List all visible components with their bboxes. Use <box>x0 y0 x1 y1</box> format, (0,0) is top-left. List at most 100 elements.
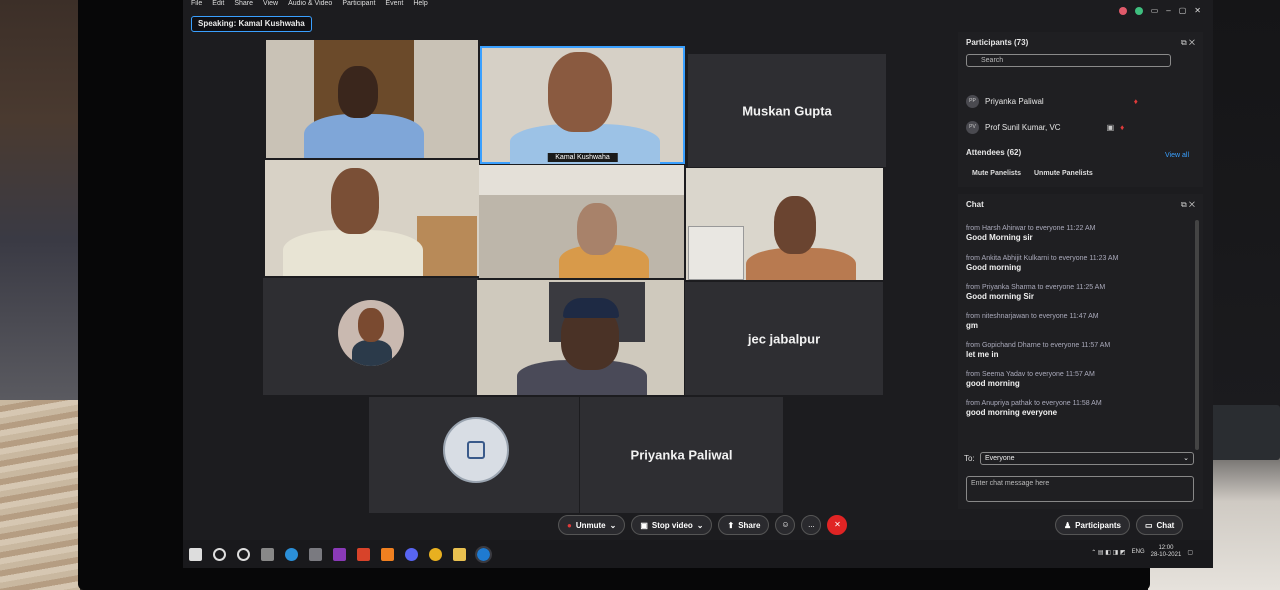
participant-name: Prof Sunil Kumar, VC <box>985 122 1061 132</box>
video-tile-active-speaker[interactable]: Kamal Kushwaha <box>480 46 685 164</box>
menu-share[interactable]: Share <box>234 0 253 12</box>
cortana-icon[interactable] <box>237 547 250 561</box>
chat-message: from Ankita Abhijit Kulkarni to everyone… <box>966 255 1119 272</box>
status-dot-icon <box>1118 6 1127 15</box>
video-icon: ▣ <box>640 520 648 530</box>
clock[interactable]: 12:00 28-10-2021 <box>1151 545 1182 559</box>
chat-message: from Seema Yadav to everyone 11:57 AM goo… <box>966 371 1095 388</box>
close-icon[interactable]: ✕ <box>1194 6 1201 15</box>
layout-icon[interactable]: ▭ <box>1151 6 1159 15</box>
menu-participant[interactable]: Participant <box>342 0 375 12</box>
unmute-button[interactable]: ● Unmute ⌄ <box>558 515 626 535</box>
end-call-button[interactable]: ✕ <box>827 515 848 535</box>
muted-mic-icon: ● <box>567 520 572 530</box>
avatar <box>338 300 404 366</box>
chat-header: Chat <box>966 200 984 209</box>
menu-file[interactable]: File <box>191 0 202 12</box>
discord-icon[interactable] <box>405 547 418 561</box>
windows-taskbar <box>183 540 1213 568</box>
participant-body <box>283 230 423 276</box>
notifications-icon[interactable]: ▢ <box>1187 549 1193 556</box>
app-icon[interactable] <box>309 547 322 561</box>
chevron-down-icon: ⌄ <box>696 520 704 530</box>
file-explorer-icon[interactable] <box>453 547 466 561</box>
reactions-button[interactable]: ☺ <box>775 515 796 535</box>
speaker-name-tag: Kamal Kushwaha <box>547 153 618 162</box>
chat-panel: Chat ⧉ ✕ from Harsh Ahirwar to everyone … <box>958 194 1203 509</box>
video-tile-avatar[interactable] <box>263 278 478 395</box>
video-tile-1[interactable] <box>266 40 478 158</box>
chat-icon: ▭ <box>1144 520 1153 530</box>
unmute-panelists-button[interactable]: Unmute Panelists <box>1034 170 1093 177</box>
video-tile-priyanka[interactable]: Priyanka Paliwal <box>580 397 783 513</box>
popout-icon[interactable]: ⧉ ✕ <box>1181 200 1195 210</box>
university-logo-icon <box>443 417 509 483</box>
video-tile-4[interactable] <box>479 165 684 278</box>
chevron-down-icon: ⌄ <box>609 520 617 530</box>
popout-icon[interactable]: ⧉ ✕ <box>1181 38 1195 48</box>
participant-face <box>577 203 617 255</box>
chrome-icon[interactable] <box>429 547 442 561</box>
menu-audio-video[interactable]: Audio & Video <box>288 0 332 12</box>
minimize-icon[interactable]: – <box>1166 6 1170 15</box>
video-tile-6[interactable] <box>477 280 684 395</box>
chat-scrollbar[interactable] <box>1195 220 1199 450</box>
participant-row[interactable]: PV Prof Sunil Kumar, VC ▣ ♦ <box>966 120 1124 134</box>
menu-bar: File Edit Share View Audio & Video Parti… <box>191 0 428 12</box>
recipient-select[interactable]: Everyone ⌄ <box>980 452 1194 465</box>
monitor-bezel: File Edit Share View Audio & Video Parti… <box>78 0 1213 590</box>
person-in-foreground <box>0 0 82 400</box>
mute-panelists-button[interactable]: Mute Panelists <box>972 170 1021 177</box>
tile-name: jec jabalpur <box>747 331 821 346</box>
video-tile-3[interactable] <box>265 160 479 276</box>
chat-toggle-button[interactable]: ▭ Chat <box>1135 515 1184 535</box>
attendees-header: Attendees (62) <box>966 148 1022 157</box>
tile-name: Priyanka Paliwal <box>630 447 733 463</box>
share-button[interactable]: ⬆ Share <box>718 515 770 535</box>
participant-row[interactable]: PP Priyanka Paliwal ♦ <box>966 94 1138 108</box>
more-options-button[interactable]: ... <box>801 515 822 535</box>
acrobat-icon[interactable] <box>357 547 370 561</box>
chat-input[interactable]: Enter chat message here <box>966 476 1194 502</box>
tile-name: Muskan Gupta <box>742 103 832 118</box>
task-view-icon[interactable] <box>261 547 274 561</box>
participants-panel: Participants (73) ⧉ ✕ Search PP Priyanka… <box>958 32 1203 187</box>
participants-toggle-button[interactable]: ♟ Participants <box>1055 515 1130 535</box>
stop-video-button[interactable]: ▣ Stop video ⌄ <box>631 515 713 535</box>
muted-mic-icon: ♦ <box>1133 96 1138 106</box>
edge-icon[interactable] <box>285 547 298 561</box>
video-tile-logo[interactable] <box>369 397 579 513</box>
menu-edit[interactable]: Edit <box>212 0 224 12</box>
menu-view[interactable]: View <box>263 0 278 12</box>
person-icon: ♟ <box>1064 520 1072 530</box>
chevron-down-icon: ⌄ <box>1183 455 1189 462</box>
start-icon[interactable] <box>189 547 202 561</box>
view-all-link[interactable]: View all <box>1165 152 1189 159</box>
meeting-controls: ● Unmute ⌄ ▣ Stop video ⌄ ⬆ Share ☺ ... ✕ <box>558 513 848 537</box>
participants-search-input[interactable]: Search <box>966 54 1171 67</box>
system-tray: ⌃ ▤ ◧ ◨ ◩ ENG 12:00 28-10-2021 ▢ <box>1091 545 1193 559</box>
maximize-icon[interactable]: ▢ <box>1179 6 1187 15</box>
chat-message: from Anupriya pathak to everyone 11:58 A… <box>966 400 1102 417</box>
video-icon: ▣ <box>1106 122 1115 132</box>
menu-event[interactable]: Event <box>385 0 403 12</box>
chat-message: from niteshnarjawan to everyone 11:47 AM… <box>966 313 1099 330</box>
search-icon[interactable] <box>213 547 226 561</box>
tray-icons[interactable]: ⌃ ▤ ◧ ◨ ◩ <box>1091 549 1125 556</box>
share-icon: ⬆ <box>727 520 735 530</box>
participant-face <box>774 196 816 254</box>
premiere-icon[interactable] <box>333 547 346 561</box>
chat-message: from Gopichand Dharne to everyone 11:57 … <box>966 342 1111 359</box>
video-tile-muskan[interactable]: Muskan Gupta <box>688 54 886 167</box>
video-tile-jec[interactable]: jec jabalpur <box>685 282 883 395</box>
language-indicator[interactable]: ENG <box>1132 549 1145 555</box>
whiteboard <box>688 226 744 280</box>
webex-icon[interactable] <box>475 545 492 563</box>
menu-help[interactable]: Help <box>413 0 427 12</box>
cap <box>563 298 619 318</box>
cabinet <box>417 216 477 276</box>
video-tile-5[interactable] <box>686 168 883 280</box>
connection-icon <box>1134 6 1143 15</box>
blender-icon[interactable] <box>381 547 394 561</box>
chat-message: from Harsh Ahirwar to everyone 11:22 AM G… <box>966 225 1096 242</box>
